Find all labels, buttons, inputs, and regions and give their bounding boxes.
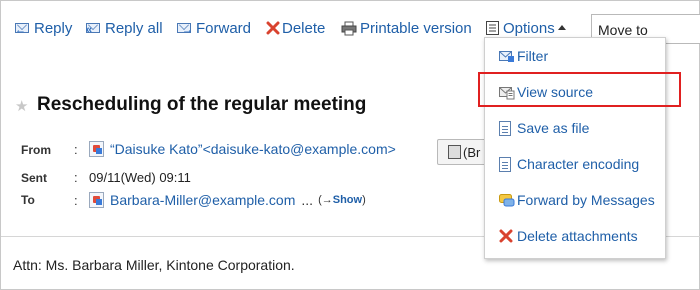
to-value: Barbara-Miller@example.com ... (→Show) [89, 192, 366, 208]
reply-label: Reply [34, 19, 73, 37]
from-colon: : [74, 142, 78, 157]
menu-item-delete-attachments[interactable]: Delete attachments [499, 227, 638, 245]
message-subject: Rescheduling of the regular meeting [37, 94, 367, 115]
address-card-icon [448, 145, 461, 159]
reply-button[interactable]: ← Reply [15, 18, 72, 38]
menu-item-character-encoding[interactable]: Character encoding [499, 155, 639, 173]
show-prefix: (→ [318, 194, 333, 206]
reply-all-button[interactable]: « Reply all [86, 18, 163, 38]
show-link[interactable]: Show [333, 194, 362, 206]
show-suffix: ) [362, 194, 366, 206]
move-to-label: Move to [598, 22, 648, 38]
from-action-label: (Br [463, 144, 481, 160]
menu-item-filter[interactable]: Filter [499, 47, 548, 65]
sent-colon: : [74, 170, 78, 185]
forward-button[interactable]: → Forward [177, 18, 251, 38]
from-label: From [21, 143, 51, 157]
to-colon: : [74, 193, 78, 208]
from-address-link[interactable]: “Daisuke Kato”<daisuke-kato@example.com> [110, 141, 396, 157]
sent-label: Sent [21, 171, 48, 185]
view-source-highlight-box [478, 72, 681, 107]
star-icon[interactable]: ★ [15, 97, 28, 115]
printable-version-label: Printable version [360, 19, 472, 37]
forward-label: Forward [196, 19, 252, 37]
filter-icon [499, 49, 515, 64]
options-list-icon [486, 21, 501, 35]
menu-item-save-as-file[interactable]: Save as file [499, 119, 589, 137]
show-recipients: (→Show) [318, 194, 366, 206]
message-body: Attn: Ms. Barbara Miller, Kintone Corpor… [13, 257, 295, 273]
options-dropdown-menu: Filter View source Save as file Characte… [484, 37, 666, 259]
to-address-link[interactable]: Barbara-Miller@example.com [110, 192, 295, 208]
menu-item-delete-attachments-label: Delete attachments [517, 228, 638, 244]
to-label: To [21, 193, 35, 207]
printable-version-button[interactable]: Printable version [341, 18, 472, 38]
delete-icon [266, 21, 280, 35]
sent-value: 09/11(Wed) 09:11 [89, 170, 191, 185]
red-x-icon [499, 229, 515, 244]
mail-view-frame: ← Reply « Reply all → Forward Delete Pri… [0, 0, 700, 290]
menu-item-forward-by-messages-label: Forward by Messages [517, 192, 655, 208]
options-menu-button[interactable]: Options [486, 18, 566, 38]
menu-item-save-as-file-label: Save as file [517, 120, 590, 136]
document-icon [499, 120, 511, 136]
delete-label: Delete [282, 19, 326, 37]
options-label: Options [503, 19, 555, 37]
delete-button[interactable]: Delete [266, 18, 325, 38]
reply-all-label: Reply all [105, 19, 163, 37]
document-icon [499, 156, 511, 172]
menu-item-filter-label: Filter [517, 48, 549, 64]
forward-icon: → [177, 21, 194, 36]
menu-item-forward-by-messages[interactable]: Forward by Messages [499, 191, 655, 209]
speech-bubble-icon [499, 193, 515, 208]
reply-icon: ← [15, 21, 32, 36]
menu-item-character-encoding-label: Character encoding [517, 156, 640, 172]
caret-up-icon [557, 24, 566, 30]
printer-icon [341, 21, 358, 36]
to-more-ellipsis: ... [301, 192, 314, 208]
reply-all-icon: « [86, 21, 103, 36]
address-book-icon[interactable] [89, 141, 104, 157]
from-value: “Daisuke Kato”<daisuke-kato@example.com> [89, 141, 396, 157]
address-book-icon[interactable] [89, 192, 104, 208]
